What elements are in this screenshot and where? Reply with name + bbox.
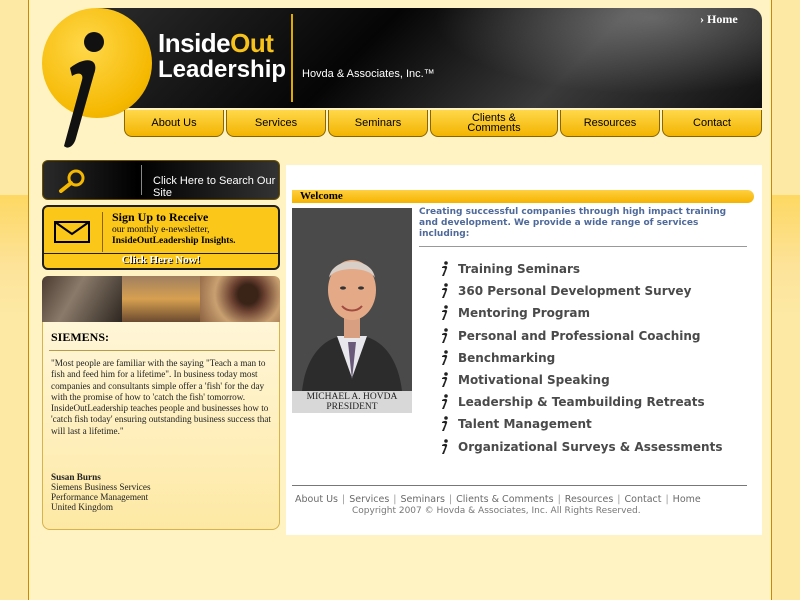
welcome-heading: Welcome — [292, 190, 754, 203]
author-dept: Performance Management — [51, 492, 149, 502]
footer-links: About Us | Services | Seminars | Clients & Com… — [295, 494, 701, 505]
testimonial-rule — [49, 350, 275, 351]
header-divider — [291, 14, 293, 102]
portrait-image — [292, 208, 412, 391]
i-bullet-icon — [442, 372, 448, 388]
service-label: 360 Personal Development Survey — [458, 284, 692, 299]
photo-strip — [42, 276, 280, 322]
service-item[interactable]: Organizational Surveys & Assessments — [436, 436, 722, 458]
service-label: Personal and Professional Coaching — [458, 328, 701, 343]
author-country: United Kingdom — [51, 502, 114, 512]
service-label: Organizational Surveys & Assessments — [458, 439, 723, 454]
brand-leadership: Leadership — [158, 56, 287, 83]
testimonial-quote: "Most people are familiar with the sayin… — [51, 358, 271, 436]
footer-separator: | — [448, 494, 453, 505]
service-item[interactable]: Motivational Speaking — [436, 369, 722, 391]
service-label: Motivational Speaking — [458, 373, 610, 388]
i-bullet-icon — [442, 350, 448, 365]
service-item[interactable]: Training Seminars — [436, 258, 722, 280]
portrait-name: MICHAEL A. HOVDA — [306, 392, 398, 402]
i-bullet-icon — [442, 283, 448, 299]
footer-separator: | — [393, 494, 397, 505]
nav-contact[interactable]: Contact — [662, 110, 762, 137]
service-item[interactable]: Mentoring Program — [436, 302, 722, 324]
nav-resources[interactable]: Resources — [560, 110, 660, 137]
magnifier-icon — [59, 169, 85, 193]
home-link[interactable]: › Home — [700, 12, 738, 27]
main-nav: About Us Services Seminars Clients & Com… — [124, 110, 762, 137]
main-content: Welcome MICHAEL A. HOVDA PRESIDENT Creat… — [286, 165, 762, 535]
portrait-title: PRESIDENT — [326, 402, 378, 412]
footer-rule — [292, 485, 747, 486]
newsletter-signup[interactable]: Sign Up to Receive our monthly e-newslet… — [42, 205, 280, 270]
service-item[interactable]: Benchmarking — [436, 347, 722, 369]
service-item[interactable]: Leadership & Teambuilding Retreats — [436, 391, 722, 413]
signup-click-here-button[interactable]: Click Here Now! — [44, 253, 278, 268]
services-list: Training Seminars 360 Personal Developme… — [436, 258, 722, 458]
testimonial-author: Susan Burns Siemens Business Services Pe… — [51, 472, 151, 512]
footer-link-seminars[interactable]: Seminars — [400, 494, 444, 505]
service-label: Mentoring Program — [458, 306, 591, 321]
company-name: Hovda & Associates, Inc.™ — [302, 68, 435, 80]
nav-seminars[interactable]: Seminars — [328, 110, 428, 137]
service-item[interactable]: Personal and Professional Coaching — [436, 325, 722, 347]
photo-city — [122, 276, 200, 322]
footer-separator: | — [617, 494, 621, 505]
footer-link-resources[interactable]: Resources — [565, 494, 614, 505]
portrait-caption: MICHAEL A. HOVDA PRESIDENT — [292, 391, 412, 413]
nav-services[interactable]: Services — [226, 110, 326, 137]
intro-rule — [419, 246, 747, 247]
search-separator — [141, 165, 142, 195]
i-bullet-icon — [442, 305, 448, 321]
footer-link-about-us[interactable]: About Us — [295, 494, 338, 505]
footer-separator: | — [342, 494, 346, 505]
brand-inside: Inside — [158, 28, 231, 58]
footer-separator: | — [665, 494, 669, 505]
testimonial-box: SIEMENS: "Most people are familiar with … — [42, 322, 280, 530]
search-label: Click Here to Search Our Site — [153, 175, 276, 199]
footer-link-services[interactable]: Services — [349, 494, 389, 505]
nav-about-us[interactable]: About Us — [124, 110, 224, 137]
brand-out: Out — [230, 28, 274, 58]
president-portrait: MICHAEL A. HOVDA PRESIDENT — [292, 208, 412, 413]
footer-link-home[interactable]: Home — [673, 494, 701, 505]
i-bullet-icon — [442, 327, 448, 343]
intro-text: Creating successful companies through hi… — [419, 207, 727, 239]
testimonial-company: SIEMENS: — [51, 330, 110, 344]
photo-woman — [200, 276, 280, 322]
author-org: Siemens Business Services — [51, 482, 151, 492]
logo-i-icon[interactable] — [60, 28, 120, 153]
brand-logo-text[interactable]: InsideOut Leadership — [158, 30, 286, 83]
copyright: Copyright 2007 © Hovda & Associates, Inc… — [352, 506, 641, 516]
signup-separator — [102, 212, 103, 252]
footer-link-clients-comments[interactable]: Clients & Comments — [456, 494, 553, 505]
nav-clients-comments[interactable]: Clients & Comments — [430, 110, 558, 137]
service-label: Talent Management — [458, 417, 592, 432]
i-bullet-icon — [442, 416, 448, 432]
footer-link-contact[interactable]: Contact — [625, 494, 662, 505]
photo-meeting — [42, 276, 122, 322]
author-name: Susan Burns — [51, 472, 101, 482]
envelope-icon — [54, 221, 90, 243]
service-item[interactable]: Talent Management — [436, 413, 722, 435]
signup-title: Sign Up to Receive — [112, 210, 209, 224]
signup-newsletter-name: InsideOutLeadership Insights. — [112, 236, 236, 246]
service-label: Training Seminars — [458, 262, 581, 277]
footer-separator: | — [557, 494, 561, 505]
i-bullet-icon — [436, 260, 454, 278]
search-site-button[interactable]: Click Here to Search Our Site — [42, 160, 280, 200]
service-item[interactable]: 360 Personal Development Survey — [436, 280, 722, 302]
i-bullet-icon — [442, 394, 448, 410]
signup-subtitle: our monthly e-newsletter, — [112, 225, 210, 235]
service-label: Benchmarking — [458, 350, 556, 365]
i-bullet-icon — [442, 438, 448, 454]
service-label: Leadership & Teambuilding Retreats — [458, 395, 705, 410]
